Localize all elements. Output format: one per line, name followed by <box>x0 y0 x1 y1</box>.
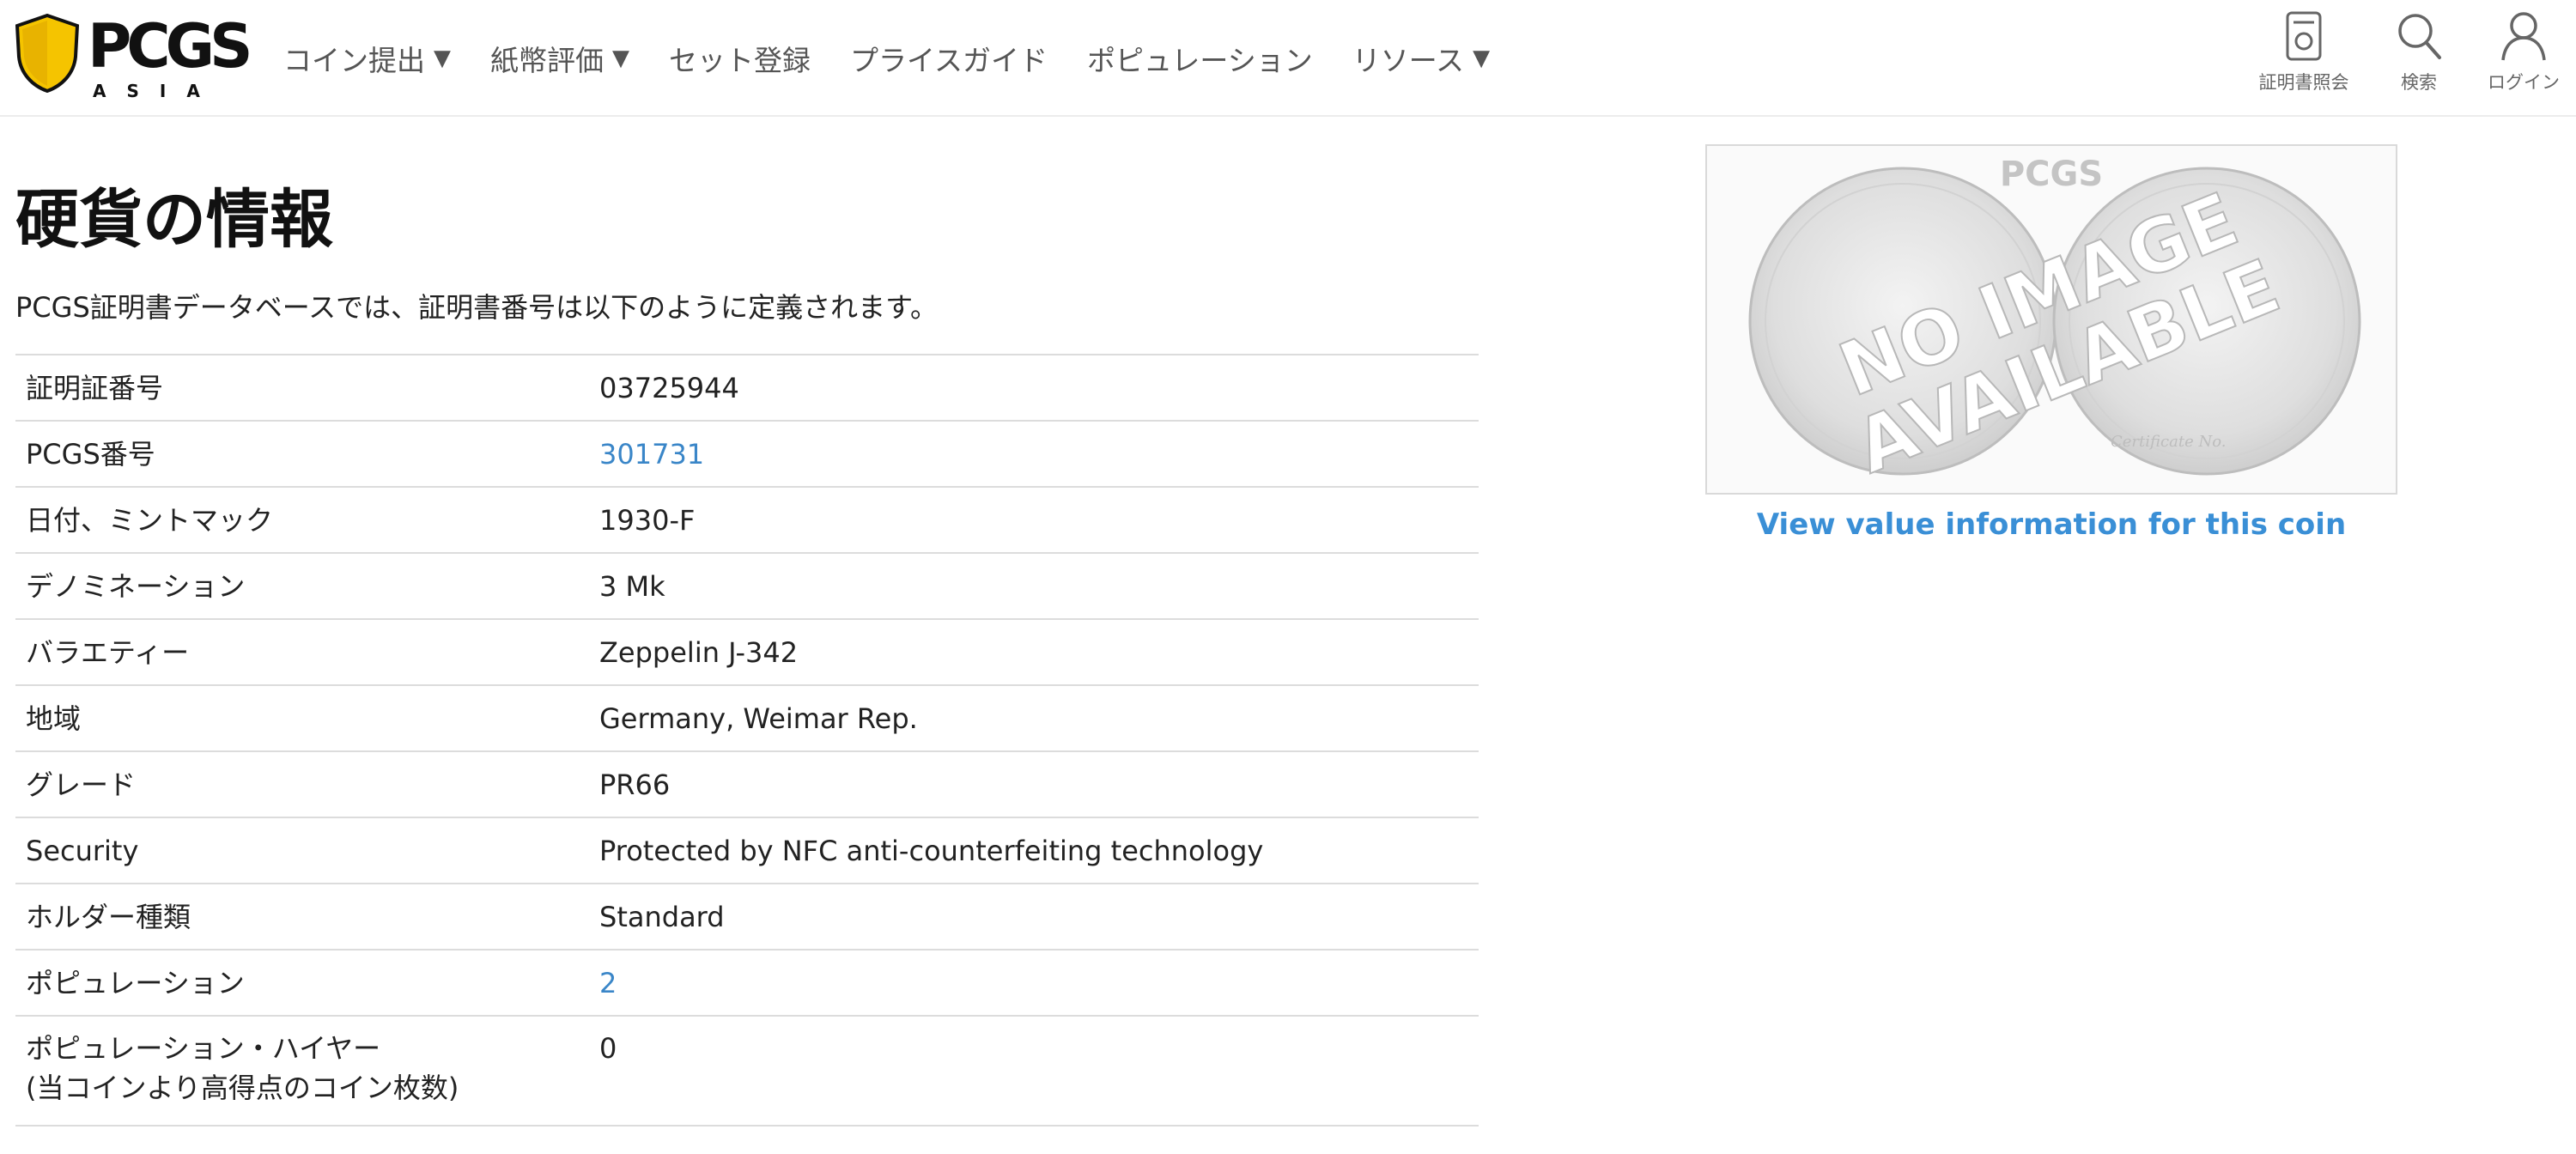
table-row: ポピュレーション・ハイヤー (当コインより高得点のコイン枚数) 0 <box>15 1017 1479 1127</box>
login-label: ログイン <box>2488 72 2560 93</box>
row-label: 証明証番号 <box>26 371 164 404</box>
nav-item-coin-submission[interactable]: コイン提出 ▼ <box>283 38 451 79</box>
login-button[interactable]: ログイン <box>2468 10 2576 105</box>
table-row: PCGS番号 301731 <box>15 422 1479 488</box>
population-higher-value: 0 <box>599 1032 617 1065</box>
date-mintmark-value: 1930-F <box>599 503 696 537</box>
logo-subtext: ASIA <box>93 81 221 101</box>
row-label: Security <box>26 834 139 867</box>
row-label: グレード <box>26 768 137 801</box>
coin-image-placeholder: PCGS NO IMAGE AVAILABLE Certificate No. <box>1705 144 2397 495</box>
table-row: グレード PR66 <box>15 752 1479 818</box>
page-title: 硬貨の情報 <box>15 183 333 257</box>
grade-value: PR66 <box>599 768 671 801</box>
page-description: PCGS証明書データベースでは、証明書番号は以下のように定義されます。 <box>15 291 938 324</box>
cert-lookup-label: 証明書照会 <box>2258 72 2349 93</box>
row-label: 地域 <box>26 702 82 735</box>
table-row: デノミネーション 3 Mk <box>15 554 1479 620</box>
table-row: ホルダー種類 Standard <box>15 884 1479 951</box>
row-label: 日付、ミントマック <box>26 503 274 537</box>
security-value: Protected by NFC anti-counterfeiting tec… <box>599 834 1264 867</box>
table-row: 地域 Germany, Weimar Rep. <box>15 686 1479 752</box>
nav-item-price-guide[interactable]: プライスガイド <box>850 38 1048 79</box>
variety-value: Zeppelin J-342 <box>599 635 799 669</box>
no-image-placeholder: PCGS NO IMAGE AVAILABLE Certificate No. <box>1748 155 2361 491</box>
row-label-line: ポピュレーション・ハイヤー <box>26 1032 381 1065</box>
search-button[interactable]: 検索 <box>2363 10 2475 105</box>
placeholder-caption: Certificate No. <box>2111 433 2226 451</box>
denomination-value: 3 Mk <box>599 569 665 603</box>
main-nav: コイン提出 ▼ 紙幣評価 ▼ セット登録 プライスガイド ポピュレーション リソ… <box>283 34 1529 82</box>
view-value-link[interactable]: View value information for this coin <box>1705 503 2397 546</box>
row-label: デノミネーション <box>26 569 246 603</box>
nav-item-label: ポピュレーション <box>1087 44 1313 77</box>
coin-info-table: 証明証番号 03725944 PCGS番号 301731 日付、ミントマック 1… <box>15 354 1479 1127</box>
table-row: 日付、ミントマック 1930-F <box>15 488 1479 554</box>
nav-item-label: リソース <box>1352 44 1465 77</box>
pcgs-asia-logo[interactable]: PCGS ASIA <box>15 12 253 101</box>
nav-item-banknote-grading[interactable]: 紙幣評価 ▼ <box>490 38 629 79</box>
user-icon <box>2501 12 2546 61</box>
row-label: バラエティー <box>26 635 190 669</box>
nav-item-label: セット登録 <box>669 44 811 77</box>
nav-item-resources[interactable]: リソース ▼ <box>1352 38 1490 79</box>
row-label-note: (当コインより高得点のコイン枚数) <box>26 1072 459 1104</box>
nav-item-label: プライスガイド <box>850 44 1048 77</box>
shield-logo-icon <box>15 14 79 93</box>
caret-down-icon: ▼ <box>612 46 629 71</box>
nav-item-label: コイン提出 <box>283 44 425 77</box>
nav-item-set-registry[interactable]: セット登録 <box>669 38 811 79</box>
search-label: 検索 <box>2401 72 2437 93</box>
holder-type-value: Standard <box>599 900 725 933</box>
certificate-icon <box>2286 11 2322 61</box>
nav-item-population[interactable]: ポピュレーション <box>1087 38 1313 79</box>
table-row: ポピュレーション 2 <box>15 951 1479 1017</box>
table-row: バラエティー Zeppelin J-342 <box>15 620 1479 686</box>
region-value: Germany, Weimar Rep. <box>599 702 918 735</box>
row-label: ホルダー種類 <box>26 900 191 933</box>
search-icon <box>2398 14 2441 59</box>
nav-item-label: 紙幣評価 <box>490 44 604 77</box>
pcgs-number-link[interactable]: 301731 <box>599 434 1479 474</box>
row-label: PCGS番号 <box>26 437 155 471</box>
caret-down-icon: ▼ <box>434 46 451 71</box>
cert-number-value: 03725944 <box>599 371 739 404</box>
placeholder-logo: PCGS <box>2000 155 2103 194</box>
logo-wordmark: PCGS <box>88 11 253 82</box>
row-label: ポピュレーション・ハイヤー (当コインより高得点のコイン枚数) <box>15 1029 599 1108</box>
cert-lookup-button[interactable]: 証明書照会 <box>2248 10 2360 105</box>
table-row: 証明証番号 03725944 <box>15 355 1479 422</box>
caret-down-icon: ▼ <box>1473 46 1491 71</box>
table-row: Security Protected by NFC anti-counterfe… <box>15 818 1479 884</box>
site-header: PCGS ASIA コイン提出 ▼ 紙幣評価 ▼ セット登録 プライスガイド ポ… <box>0 0 2576 117</box>
row-label: ポピュレーション <box>26 966 245 999</box>
population-link[interactable]: 2 <box>599 963 1479 1003</box>
